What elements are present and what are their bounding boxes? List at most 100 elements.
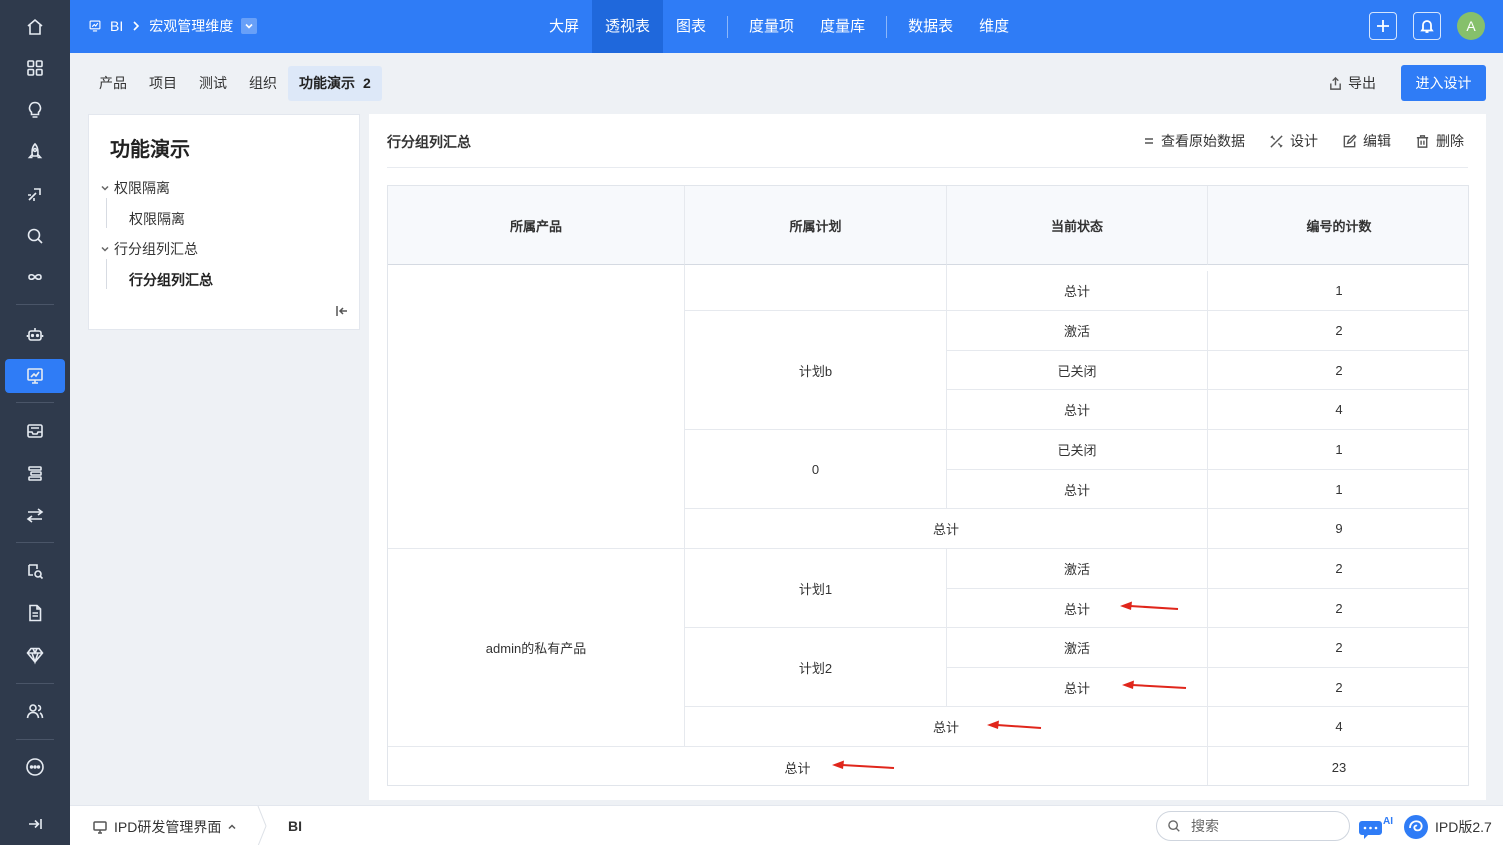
tree-item-row-group-selected[interactable]: 行分组列汇总 <box>129 270 213 290</box>
breadcrumb-dropdown[interactable] <box>241 18 258 34</box>
view-raw-data-button[interactable]: 查看原始数据 <box>1143 131 1245 151</box>
search-box <box>1156 811 1350 841</box>
breadcrumb-divider <box>257 806 267 845</box>
edit-button[interactable]: 编辑 <box>1342 131 1391 151</box>
delete-label: 删除 <box>1436 133 1464 149</box>
table-cell-count: 2 <box>1208 351 1468 390</box>
row-group-product: admin的私有产品 <box>388 549 685 747</box>
table-cell-count: 2 <box>1208 311 1468 351</box>
version-label: IPD版2.7 <box>1435 819 1492 835</box>
table-cell-count: 4 <box>1208 390 1468 430</box>
design-tools-icon <box>1270 134 1283 148</box>
swap-icon[interactable] <box>5 498 65 532</box>
nav-chart[interactable]: 图表 <box>663 0 719 53</box>
row-group-plan: 计划b <box>685 311 947 430</box>
subtotal-label: 总计 <box>685 707 1208 747</box>
table-cell-status: 总计 <box>947 390 1208 430</box>
bell-icon <box>1420 20 1434 33</box>
tree-group-permission[interactable]: 权限隔离 <box>100 178 170 198</box>
tab-count-badge: 2 <box>363 75 371 91</box>
column-header-product[interactable]: 所属产品 <box>388 186 685 265</box>
add-button[interactable] <box>1369 12 1397 40</box>
tab-product[interactable]: 产品 <box>88 66 138 101</box>
home-icon[interactable] <box>5 10 65 44</box>
nav-metric-library[interactable]: 度量库 <box>807 0 878 53</box>
tab-feature-demo[interactable]: 功能演示 2 <box>288 66 382 101</box>
tree-item-permission[interactable]: 权限隔离 <box>129 209 185 229</box>
ai-badge: AI <box>1383 816 1393 827</box>
report-title: 行分组列汇总 <box>387 134 471 150</box>
enter-design-button[interactable]: 进入设计 <box>1401 65 1486 101</box>
search-input[interactable] <box>1191 818 1331 834</box>
app-switcher[interactable]: IPD研发管理界面 <box>92 817 237 837</box>
chevron-up-icon <box>228 824 236 830</box>
diamond-icon[interactable] <box>5 638 65 672</box>
notification-button[interactable] <box>1413 12 1441 40</box>
search-icon[interactable] <box>5 219 65 253</box>
tree-title: 功能演示 <box>110 139 190 161</box>
ai-assistant-icon[interactable]: AI <box>1359 813 1393 844</box>
avatar[interactable]: A <box>1457 12 1485 40</box>
table-cell-count: 2 <box>1208 549 1468 589</box>
table-cell-count: 2 <box>1208 589 1468 628</box>
rocket-icon[interactable] <box>5 135 65 169</box>
mailbox-icon[interactable] <box>5 414 65 448</box>
tree-group-row-group[interactable]: 行分组列汇总 <box>100 239 198 259</box>
team-icon[interactable] <box>5 694 65 728</box>
tab-project[interactable]: 项目 <box>138 66 188 101</box>
inspect-icon[interactable] <box>5 554 65 588</box>
table-cell-status: 总计 <box>947 271 1208 311</box>
lightbulb-icon[interactable] <box>5 93 65 127</box>
table-cell-status: 已关闭 <box>947 351 1208 390</box>
breadcrumb-current: 宏观管理维度 <box>149 18 234 34</box>
table-cell-status: 激活 <box>947 311 1208 351</box>
bi-chart-icon[interactable] <box>5 359 65 393</box>
nav-big-screen[interactable]: 大屏 <box>536 0 592 53</box>
annotation-arrow <box>1122 680 1187 689</box>
tree-group-label: 权限隔离 <box>114 180 170 196</box>
robot-icon[interactable] <box>5 317 65 351</box>
row-group-plan: 0 <box>685 430 947 509</box>
collapse-panel-icon[interactable] <box>335 304 349 321</box>
expand-icon[interactable] <box>5 807 65 841</box>
nav-dimension[interactable]: 维度 <box>966 0 1022 53</box>
column-header-count[interactable]: 编号的计数 <box>1208 186 1468 265</box>
table-cell-status: 总计 <box>947 470 1208 509</box>
nav-data-table[interactable]: 数据表 <box>895 0 966 53</box>
table-cell-count: 1 <box>1208 271 1468 311</box>
nav-metric[interactable]: 度量项 <box>736 0 807 53</box>
column-header-status[interactable]: 当前状态 <box>947 186 1208 265</box>
export-button[interactable]: 导出 <box>1328 73 1376 93</box>
view-raw-data-label: 查看原始数据 <box>1161 133 1245 149</box>
launch-icon[interactable] <box>5 177 65 211</box>
grand-total-label: 总计 <box>388 747 1208 785</box>
tree-group-label: 行分组列汇总 <box>114 241 198 257</box>
tab-test[interactable]: 测试 <box>188 66 238 101</box>
current-module[interactable]: BI <box>288 818 302 834</box>
layers-icon[interactable] <box>5 456 65 490</box>
breadcrumb-root[interactable]: BI <box>110 18 123 34</box>
chevron-right-icon <box>133 21 140 31</box>
plus-icon <box>1377 20 1389 32</box>
tab-organization[interactable]: 组织 <box>238 66 288 101</box>
search-icon <box>1168 820 1180 832</box>
annotation-arrow <box>987 720 1042 729</box>
infinity-icon[interactable] <box>5 260 65 294</box>
more-icon[interactable] <box>5 750 65 784</box>
app-name: IPD研发管理界面 <box>114 819 222 835</box>
edit-icon <box>1343 133 1357 147</box>
bi-chart-icon <box>89 20 101 32</box>
apps-grid-icon[interactable] <box>5 51 65 85</box>
top-actions: A <box>1369 12 1485 40</box>
document-icon[interactable] <box>5 596 65 630</box>
design-button[interactable]: 设计 <box>1269 131 1318 151</box>
delete-button[interactable]: 删除 <box>1415 131 1464 151</box>
table-cell-status: 激活 <box>947 549 1208 589</box>
tab-label: 功能演示 <box>299 75 355 91</box>
design-label: 设计 <box>1290 133 1318 149</box>
chevron-down-icon <box>101 185 109 191</box>
ipd-logo-icon <box>1404 815 1428 839</box>
column-header-plan[interactable]: 所属计划 <box>685 186 947 265</box>
nav-pivot-table[interactable]: 透视表 <box>592 0 664 53</box>
pivot-table: 所属产品 所属计划 当前状态 编号的计数 总计 1 计划b 激活 2 已关闭 2… <box>387 185 1469 786</box>
